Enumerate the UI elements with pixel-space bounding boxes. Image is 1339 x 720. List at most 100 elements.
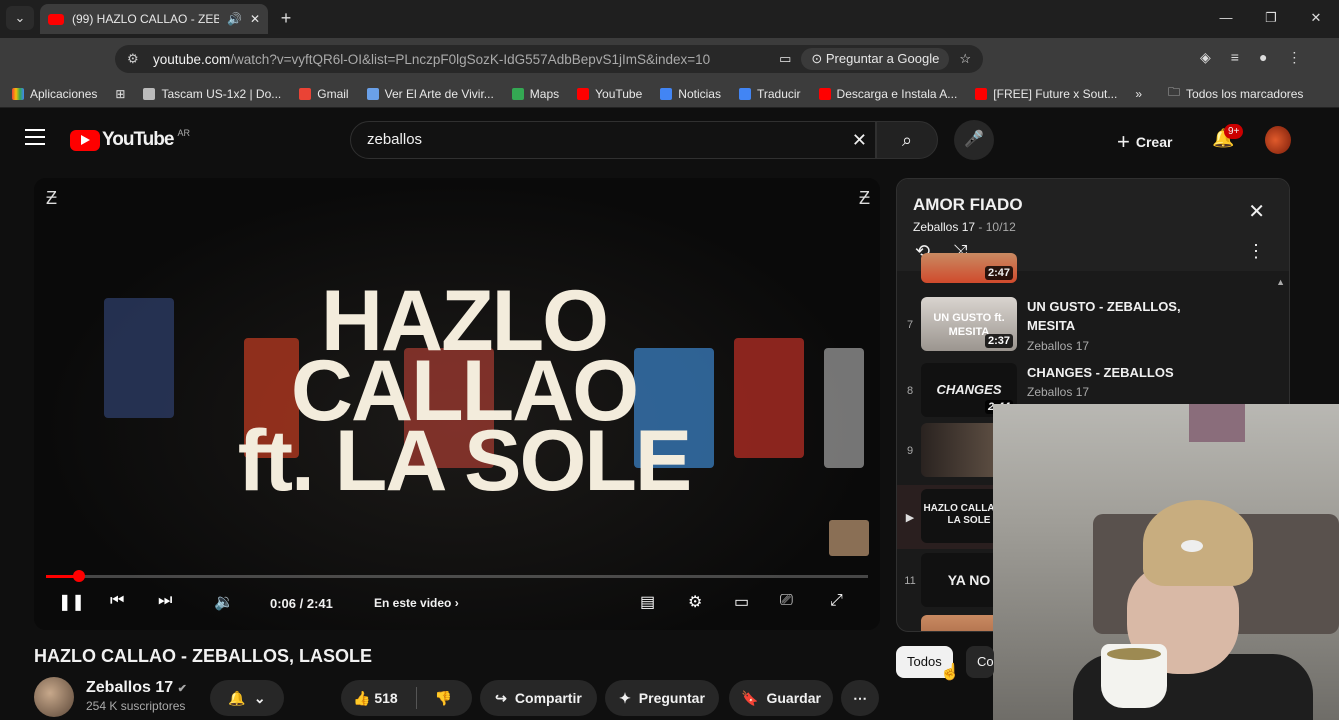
- next-icon[interactable]: ⏭: [158, 592, 172, 610]
- chevron-down-icon: ⌄: [253, 689, 266, 706]
- bookmark-noticias[interactable]: Noticias: [660, 87, 721, 101]
- dislike-button[interactable]: 👎: [435, 690, 452, 707]
- bookmark-arte-de-vivir[interactable]: Ver El Arte de Vivir...: [366, 86, 494, 101]
- youtube-logo[interactable]: YouTube AR: [70, 128, 190, 151]
- pause-icon[interactable]: ❚❚: [58, 592, 85, 612]
- bell-icon: 🔔: [228, 689, 246, 706]
- chip-second[interactable]: Co: [966, 646, 994, 678]
- account-avatar[interactable]: [1265, 126, 1291, 154]
- site-info-icon[interactable]: ⚙: [127, 51, 139, 67]
- more-icon: ⋯: [853, 689, 867, 706]
- webcam-mug: [1101, 644, 1167, 708]
- bookmark-label: Traducir: [756, 86, 801, 101]
- theater-mode-icon[interactable]: ▭: [734, 592, 749, 612]
- ask-button[interactable]: ✦ Preguntar: [605, 680, 719, 716]
- settings-icon[interactable]: ⚙: [688, 592, 702, 612]
- close-window-icon[interactable]: ✕: [1302, 6, 1330, 30]
- country-code: AR: [177, 128, 190, 138]
- bookmark-label: Tascam US-1x2 | Do...: [161, 86, 282, 101]
- bookmark-icon: 🔖: [741, 689, 759, 706]
- channel-name[interactable]: Zeballos 17 ✔: [86, 679, 187, 697]
- search-icon: ⌕: [901, 130, 913, 150]
- bookmark-descarga[interactable]: Descarga e Instala A...: [818, 86, 958, 101]
- overlay-line: ft. LA SOLE: [237, 413, 693, 509]
- extension-icon[interactable]: ◈: [1200, 49, 1211, 66]
- bookmark-label: Ver El Arte de Vivir...: [384, 86, 494, 101]
- now-playing-icon: ▶: [905, 512, 915, 524]
- previous-icon[interactable]: ⏮: [110, 592, 124, 610]
- bookmark-gmail[interactable]: Gmail: [299, 86, 349, 101]
- playlist-owner[interactable]: Zeballos 17: [913, 220, 975, 234]
- channel-watermark-icon: Ƶ: [859, 188, 870, 208]
- duration: 2:47: [984, 266, 1013, 280]
- omnibox[interactable]: ⚙ youtube.com/watch?v=vyftQR6l-OI&list=P…: [115, 45, 983, 73]
- volume-icon[interactable]: 🔉: [214, 592, 234, 612]
- profile-icon[interactable]: ●: [1259, 49, 1267, 66]
- tab-close-icon[interactable]: ✕: [250, 12, 260, 26]
- cast-icon[interactable]: ⎚: [780, 592, 793, 610]
- menu-dots-icon[interactable]: ⋮: [1287, 49, 1301, 66]
- item-index: 9: [906, 445, 914, 457]
- media-control-icon[interactable]: ≡: [1231, 49, 1239, 66]
- news-icon: [660, 87, 673, 100]
- more-actions-button[interactable]: ⋯: [841, 680, 879, 716]
- search-input[interactable]: zeballos ✕: [350, 121, 876, 159]
- url-path: /watch?v=vyftQR6l-OI&list=PLnczpF0lgSozK…: [230, 51, 711, 67]
- youtube-icon: [818, 87, 831, 100]
- bookmark-traducir[interactable]: Traducir: [738, 86, 801, 101]
- notifications-button[interactable]: 🔔 9+: [1212, 124, 1244, 149]
- video-player[interactable]: Ƶ Ƶ HAZLO CALLAO ft. LA SOLE ❚❚ ⏮ ⏭ 🔉 0:…: [34, 178, 880, 630]
- fullscreen-icon[interactable]: ⤢: [830, 592, 843, 610]
- bookmark-label: Noticias: [678, 86, 721, 101]
- bookmark-star-icon[interactable]: ☆: [959, 51, 971, 67]
- subscription-bell-button[interactable]: 🔔 ⌄: [210, 680, 284, 716]
- subtitles-icon[interactable]: ▤: [640, 592, 655, 612]
- bookmark-label: Gmail: [317, 86, 349, 101]
- progress-scrubber[interactable]: [72, 570, 85, 582]
- bookmark-tascam[interactable]: Tascam US-1x2 | Do...: [143, 87, 281, 101]
- playlist-item[interactable]: 7 UN GUSTO ft. MESITA 2:37 UN GUSTO - ZEB…: [897, 293, 1289, 357]
- playlist-title[interactable]: AMOR FIADO: [913, 195, 1023, 215]
- chapter-button[interactable]: En este video ›: [374, 596, 459, 610]
- bookmark-grid[interactable]: ⊞: [115, 87, 125, 101]
- channel-avatar[interactable]: [34, 677, 74, 717]
- save-button[interactable]: 🔖 Guardar: [729, 680, 833, 716]
- video-thumbnail: 2:47: [921, 253, 1017, 283]
- create-button[interactable]: + Crear: [1117, 129, 1172, 155]
- webcam-background: [1189, 404, 1245, 442]
- apps-icon: [12, 87, 24, 100]
- clear-search-icon[interactable]: ✕: [852, 122, 867, 158]
- close-playlist-icon[interactable]: ✕: [1248, 199, 1265, 224]
- minimize-icon[interactable]: —: [1212, 6, 1240, 30]
- item-channel: Zeballos 17: [1027, 339, 1090, 353]
- bookmark-youtube[interactable]: YouTube: [577, 87, 642, 101]
- subscriber-count: 254 K suscriptores: [86, 699, 186, 713]
- bookmark-label: Descarga e Instala A...: [836, 86, 958, 101]
- new-tab-icon[interactable]: +: [272, 6, 300, 30]
- all-bookmarks-label: Todos los marcadores: [1186, 86, 1304, 101]
- bookmark-maps[interactable]: Maps: [511, 87, 559, 101]
- share-button[interactable]: ↪ Compartir: [480, 680, 597, 716]
- bookmark-apps[interactable]: Aplicaciones: [12, 87, 97, 101]
- search-button[interactable]: ⌕: [876, 121, 938, 159]
- end-card-thumbnail[interactable]: [829, 520, 869, 556]
- progress-bar[interactable]: [46, 570, 868, 582]
- cast-page-icon[interactable]: ▭: [779, 51, 791, 67]
- thumb-text: CHANGES: [936, 382, 1002, 397]
- restore-icon[interactable]: ❐: [1257, 6, 1285, 30]
- video-title-overlay: HAZLO CALLAO ft. LA SOLE: [144, 278, 784, 509]
- voice-search-button[interactable]: 🎤: [954, 120, 994, 160]
- all-bookmarks[interactable]: 🗀 Todos los marcadores: [1168, 83, 1303, 104]
- audio-playing-icon[interactable]: 🔊: [227, 12, 242, 26]
- browser-tab[interactable]: (99) HAZLO CALLAO - ZEBA 🔊 ✕: [40, 4, 268, 34]
- bookmark-future[interactable]: [FREE] Future x Sout...: [975, 87, 1117, 101]
- google-lens-button[interactable]: ⊙ Preguntar a Google: [801, 48, 950, 70]
- more-bookmarks-icon[interactable]: »: [1135, 87, 1142, 101]
- playlist-item[interactable]: 2:47: [897, 253, 1289, 291]
- tab-search-icon[interactable]: ⌄: [6, 6, 34, 30]
- site-icon: [366, 87, 379, 100]
- mouse-cursor-icon: ☝: [940, 664, 960, 681]
- hamburger-menu-icon[interactable]: [25, 129, 45, 145]
- like-button[interactable]: 👍 518: [353, 690, 398, 707]
- youtube-icon: [577, 87, 590, 100]
